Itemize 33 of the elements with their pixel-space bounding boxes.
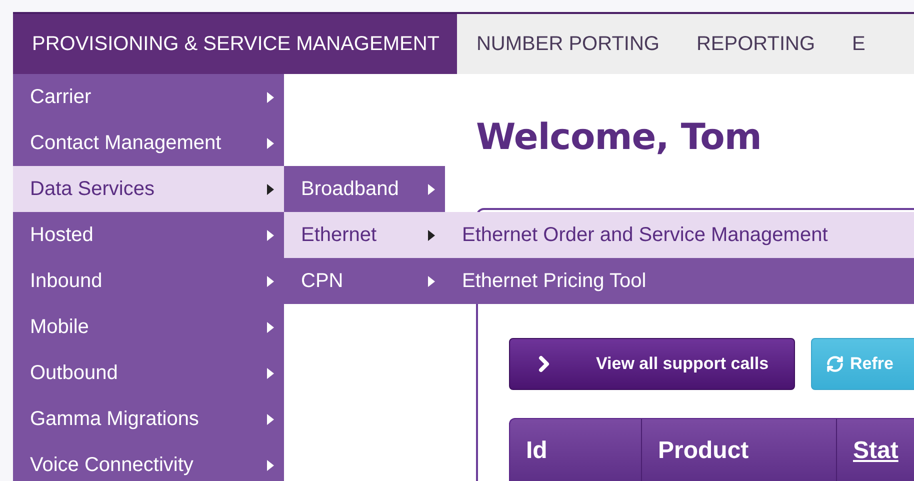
caret-icon [267,414,274,424]
view-support-calls-button[interactable]: View all support calls [509,338,795,390]
menu-item[interactable]: Mobile [13,304,284,350]
caret-icon [267,368,274,378]
column-header[interactable]: Stat [853,437,898,465]
nav-tab[interactable]: PROVISIONING & SERVICE MANAGEMENT [13,14,458,74]
menu-item[interactable]: CPN [284,258,445,304]
menu-item[interactable]: Outbound [13,350,284,396]
refresh-icon [826,355,844,373]
caret-icon [428,276,435,286]
menu-item[interactable]: Gamma Migrations [13,396,284,442]
menu-item[interactable]: Data Services [13,166,284,212]
caret-icon [267,276,274,286]
caret-icon [267,230,274,240]
menu-item[interactable]: Inbound [13,258,284,304]
column-header: Product [658,437,749,465]
menu-item[interactable]: Contact Management [13,120,284,166]
caret-icon [267,184,274,194]
menu-item[interactable]: Ethernet [284,212,445,258]
menu-item[interactable]: Hosted [13,212,284,258]
caret-icon [428,230,435,240]
menu-item[interactable]: Ethernet Pricing Tool [445,258,914,304]
menu-item[interactable]: Carrier [13,74,284,120]
menu-item[interactable]: Broadband [284,166,445,212]
menu-item[interactable]: Voice Connectivity [13,442,284,481]
caret-icon [267,460,274,470]
column-header: Id [526,437,548,465]
menu-item[interactable]: Ethernet Order and Service Management [445,212,914,258]
caret-icon [267,92,274,102]
caret-icon [267,322,274,332]
welcome-heading: Welcome, Tom [476,116,762,160]
caret-icon [428,184,435,194]
caret-icon [267,138,274,148]
